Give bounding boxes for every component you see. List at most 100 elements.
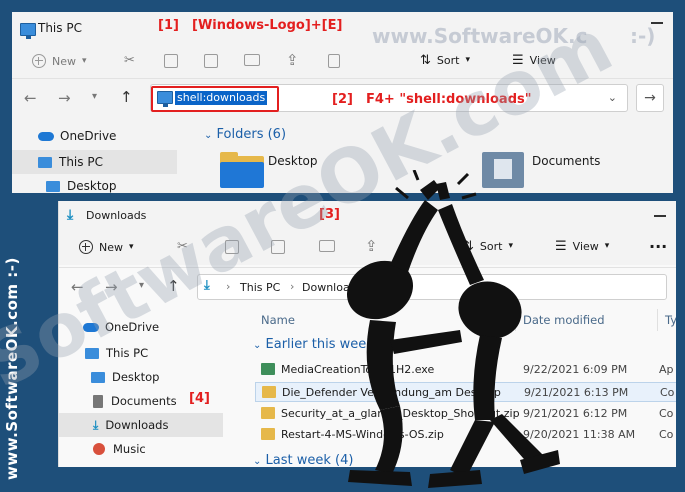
go-arrow-button[interactable]: → (636, 84, 664, 112)
cloud-icon (38, 131, 54, 141)
chevron-down-icon: ▾ (129, 241, 134, 252)
up-arrow-icon[interactable]: ↑ (120, 88, 133, 106)
chevron-down-icon: ▾ (465, 55, 470, 65)
address-bar[interactable]: ⤓ › This PC › Downloads (197, 274, 667, 300)
annotation-step-3: [3] (319, 207, 340, 222)
view-button[interactable]: ☰ View (512, 54, 556, 67)
paste-icon[interactable] (271, 240, 285, 254)
annotation-step-4: [4] (189, 391, 210, 406)
back-arrow-icon[interactable]: ← (24, 89, 37, 107)
table-row[interactable]: Restart-4-MS-Windows-OS.zip 9/20/2021 11… (255, 425, 676, 445)
chevron-down-icon: ▾ (82, 55, 87, 66)
plus-icon (32, 54, 46, 68)
sidebar-item-this-pc[interactable]: This PC (12, 150, 177, 174)
content-pane: ⌄ Folders (6) Desktop Documents (194, 122, 673, 193)
plus-icon (79, 240, 93, 254)
share-icon[interactable]: ⇪ (365, 239, 378, 254)
minimize-button[interactable] (651, 22, 663, 24)
group-header-last-week[interactable]: ⌄ Last week (4) (253, 453, 353, 467)
navigation-bar: ← → ▾ ↑ ⤓ › This PC › Downloads (59, 273, 676, 303)
new-label: New (52, 54, 76, 68)
new-button[interactable]: New ▾ (79, 240, 134, 254)
copy-icon[interactable] (164, 54, 178, 68)
folders-group-header[interactable]: ⌄ Folders (6) (204, 127, 286, 142)
file-type: Co (659, 428, 674, 441)
more-options-icon[interactable]: ··· (649, 237, 667, 256)
forward-arrow-icon[interactable]: → (58, 89, 71, 107)
view-icon: ☰ (555, 239, 567, 254)
rename-icon[interactable] (319, 240, 335, 252)
navigation-pane: OneDrive This PC Desktop (12, 122, 180, 193)
column-divider (657, 309, 658, 331)
sidebar-item-onedrive[interactable]: OneDrive (59, 315, 224, 339)
sidebar-item-label: This PC (59, 155, 103, 169)
table-row[interactable]: MediaCreationTool21H2.exe 9/22/2021 6:09… (255, 360, 676, 380)
title-bar: This PC (12, 12, 673, 48)
sidebar-item-onedrive[interactable]: OneDrive (12, 124, 177, 148)
sidebar-item-this-pc[interactable]: This PC (59, 341, 224, 365)
sort-icon: ⇅ (420, 53, 431, 68)
desktop-folder-icon[interactable] (220, 152, 264, 188)
chevron-down-icon: ⌄ (204, 130, 213, 141)
title-bar: ⤓ Downloads (59, 201, 676, 231)
view-button[interactable]: ☰ View ▾ (555, 240, 609, 253)
documents-folder-icon[interactable] (482, 152, 524, 188)
forward-arrow-icon[interactable]: → (105, 278, 118, 296)
minimize-button[interactable] (654, 215, 666, 217)
documents-icon (93, 394, 103, 408)
sidebar-item-label: Desktop (112, 370, 160, 384)
download-arrow-icon: ⤓ (93, 417, 99, 432)
recent-chevron-icon[interactable]: ▾ (92, 91, 97, 102)
sidebar-item-downloads[interactable]: ⤓ Downloads (59, 413, 223, 437)
breadcrumb-downloads[interactable]: Downloads (302, 281, 362, 294)
chevron-down-icon[interactable]: ⌄ (608, 91, 617, 104)
sidebar-item-music[interactable]: Music (59, 437, 224, 461)
file-name: Die_Defender Verwendung_am Desktop (282, 386, 501, 399)
zip-file-icon (261, 407, 275, 419)
sidebar-item-label: Desktop (67, 179, 117, 193)
sort-button[interactable]: ⇅ Sort ▾ (420, 54, 470, 67)
copy-icon[interactable] (225, 240, 239, 254)
file-type: Co (660, 386, 675, 399)
group-header-earlier-this-week[interactable]: ⌄ Earlier this week (253, 337, 374, 352)
this-pc-icon (38, 156, 52, 168)
column-divider (515, 309, 516, 331)
this-pc-icon (20, 23, 36, 39)
share-icon[interactable]: ⇪ (286, 53, 299, 68)
column-header-date-modified[interactable]: Date modified (523, 313, 605, 327)
breadcrumb-separator-icon: › (226, 280, 231, 293)
this-pc-window: This PC New ▾ ✂ ⇪ ⇅ Sort ▾ ☰ View ← → ▾ … (12, 12, 673, 193)
view-label: View (572, 240, 599, 253)
folder-label[interactable]: Desktop (268, 154, 318, 168)
download-arrow-icon: ⤓ (204, 278, 210, 293)
file-date: 9/20/2021 11:38 AM (523, 428, 636, 441)
column-header-type[interactable]: Typ (665, 313, 676, 327)
toolbar: New ▾ ✂ ⇪ ⇅ Sort ▾ ☰ View (12, 48, 673, 76)
paste-icon[interactable] (204, 54, 218, 68)
group-label: Last week (4) (265, 453, 354, 467)
chevron-down-icon: ⌄ (253, 340, 262, 351)
folders-group-label: Folders (6) (216, 127, 287, 142)
cut-icon[interactable]: ✂ (124, 54, 135, 67)
exe-file-icon (261, 363, 275, 375)
rename-icon[interactable] (244, 54, 260, 66)
delete-icon[interactable] (328, 54, 340, 68)
table-row[interactable]: Die_Defender Verwendung_am Desktop 9/21/… (255, 382, 676, 402)
new-button[interactable]: New ▾ (32, 54, 87, 68)
back-arrow-icon[interactable]: ← (71, 278, 84, 296)
desktop-icon (91, 371, 105, 383)
folder-label[interactable]: Documents (532, 154, 600, 168)
up-arrow-icon[interactable]: ↑ (167, 277, 180, 295)
recent-chevron-icon[interactable]: ▾ (139, 280, 144, 291)
downloads-window: ⤓ Downloads New ▾ ✂ ⇪ ⇅ Sort ▾ ☰ View ▾ … (58, 201, 676, 467)
sort-button[interactable]: ⇅ Sort ▾ (463, 240, 513, 253)
sidebar-item-desktop[interactable]: Desktop (59, 365, 224, 389)
cut-icon[interactable]: ✂ (177, 240, 188, 253)
sidebar-item-label: OneDrive (105, 320, 160, 334)
breadcrumb-this-pc[interactable]: This PC (240, 281, 280, 294)
column-header-name[interactable]: Name (261, 313, 295, 327)
table-row[interactable]: Security_at_a_glance_Desktop_Shortcut.zi… (255, 404, 676, 424)
toolbar: New ▾ ✂ ⇪ ⇅ Sort ▾ ☰ View ▾ ··· (59, 231, 676, 265)
file-type: Ap (659, 363, 674, 376)
sidebar-item-desktop[interactable]: Desktop (12, 174, 177, 193)
